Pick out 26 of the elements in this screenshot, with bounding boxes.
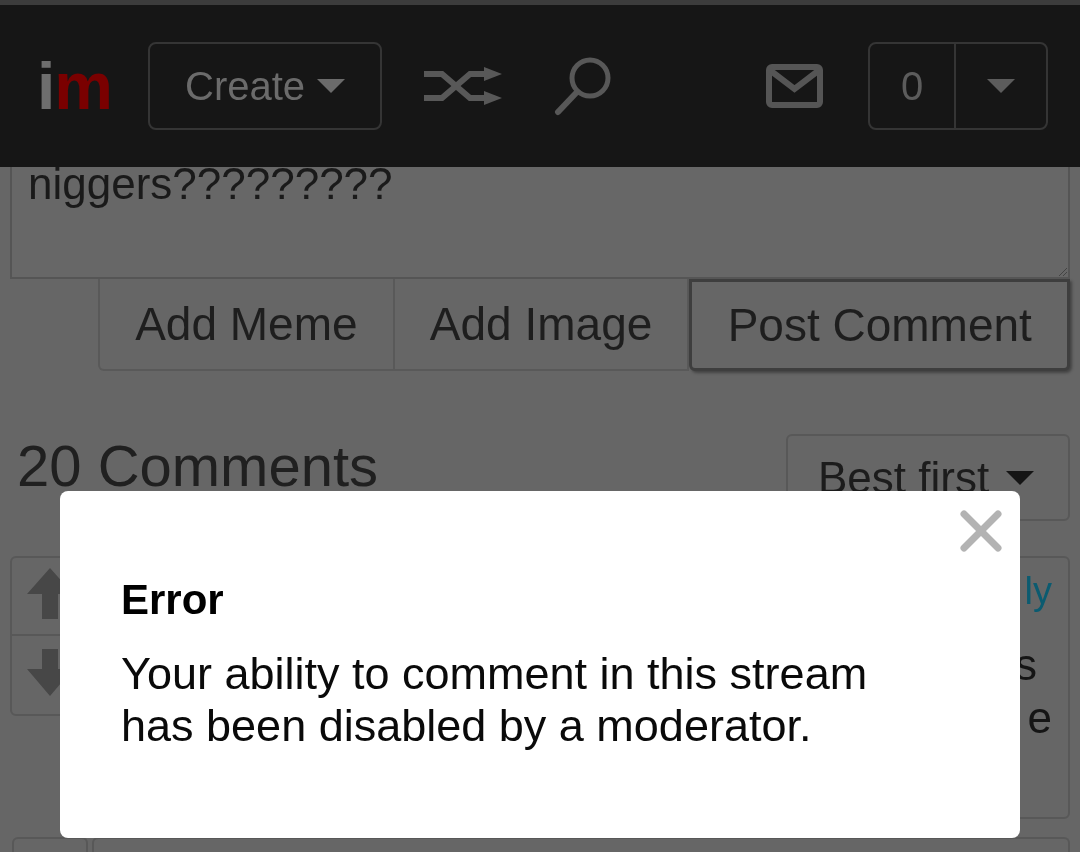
caret-down-icon bbox=[317, 79, 346, 93]
dialog-title: Error bbox=[121, 575, 225, 625]
logo-letter[interactable]: m bbox=[54, 53, 113, 119]
comment-text: e bbox=[1027, 692, 1052, 744]
caret-down-icon bbox=[987, 79, 1015, 93]
dialog-message: Your ability to comment in this stream has been disabled by a moderator. bbox=[121, 648, 869, 752]
close-button[interactable] bbox=[960, 510, 1002, 552]
search-button[interactable] bbox=[554, 56, 613, 116]
notification-count[interactable]: 0 bbox=[870, 44, 956, 128]
comment-textarea[interactable]: niggers????????? bbox=[10, 167, 1070, 279]
create-button[interactable]: Create bbox=[148, 42, 383, 130]
messages-button[interactable] bbox=[766, 64, 823, 108]
logo-letter[interactable]: i bbox=[37, 53, 55, 119]
up-arrow-icon bbox=[27, 568, 60, 619]
form-button[interactable]: Post Comment bbox=[689, 279, 1070, 371]
form-button[interactable]: Add Meme bbox=[98, 279, 395, 371]
search-icon bbox=[554, 56, 613, 116]
mail-icon bbox=[766, 64, 823, 108]
close-icon bbox=[960, 510, 1002, 552]
comments-heading: 20 Comments bbox=[17, 443, 379, 489]
down-arrow-icon bbox=[27, 648, 60, 696]
shuffle-button[interactable] bbox=[424, 67, 503, 105]
resize-grip-icon bbox=[1059, 268, 1067, 276]
form-button[interactable]: Add Image bbox=[394, 279, 690, 371]
shuffle-icon bbox=[424, 67, 503, 105]
caret-down-icon bbox=[1006, 470, 1035, 485]
